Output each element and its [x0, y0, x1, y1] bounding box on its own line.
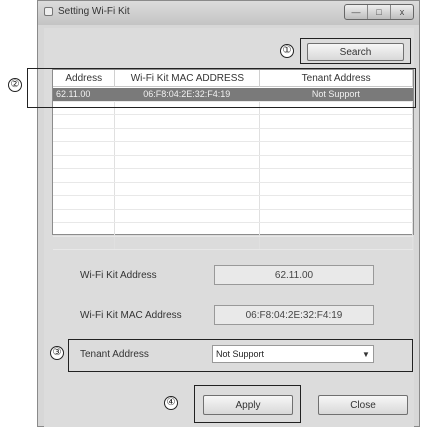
empty-row — [53, 182, 413, 196]
callout-marker-1: ① — [280, 44, 294, 58]
mac-address-field: 06:F8:04:2E:32:F4:19 — [214, 305, 374, 325]
empty-row — [53, 196, 413, 210]
empty-row — [53, 236, 413, 250]
callout-marker-2: ② — [8, 78, 22, 92]
tenant-address-label: Tenant Address — [80, 349, 149, 360]
empty-row — [53, 209, 413, 223]
minimize-icon[interactable]: — — [345, 5, 368, 19]
app-icon — [44, 7, 53, 16]
search-button[interactable]: Search — [307, 43, 404, 61]
window-title: Setting Wi-Fi Kit — [58, 6, 130, 17]
close-button[interactable]: Close — [318, 395, 408, 415]
window-controls: — □ x — [344, 4, 414, 20]
apply-button[interactable]: Apply — [203, 395, 293, 415]
callout-box-2 — [27, 68, 416, 108]
empty-row — [53, 223, 413, 237]
empty-row — [53, 115, 413, 129]
callout-marker-4: ④ — [164, 396, 178, 410]
empty-row — [53, 142, 413, 156]
wifi-kit-address-field: 62.11.00 — [214, 265, 374, 285]
mac-address-label: Wi-Fi Kit MAC Address — [80, 310, 182, 321]
wifi-kit-address-label: Wi-Fi Kit Address — [80, 270, 157, 281]
maximize-icon[interactable]: □ — [368, 5, 391, 19]
empty-row — [53, 155, 413, 169]
chevron-down-icon[interactable]: ▼ — [359, 350, 373, 359]
list-body: 62.11.00 06:F8:04:2E:32:F4:19 Not Suppor… — [53, 88, 413, 250]
close-icon[interactable]: x — [391, 5, 413, 19]
empty-row — [53, 169, 413, 183]
empty-row — [53, 128, 413, 142]
tenant-address-selected: Not Support — [216, 349, 265, 359]
tenant-address-dropdown[interactable]: Not Support ▼ — [212, 345, 374, 363]
callout-marker-3: ③ — [50, 346, 64, 360]
